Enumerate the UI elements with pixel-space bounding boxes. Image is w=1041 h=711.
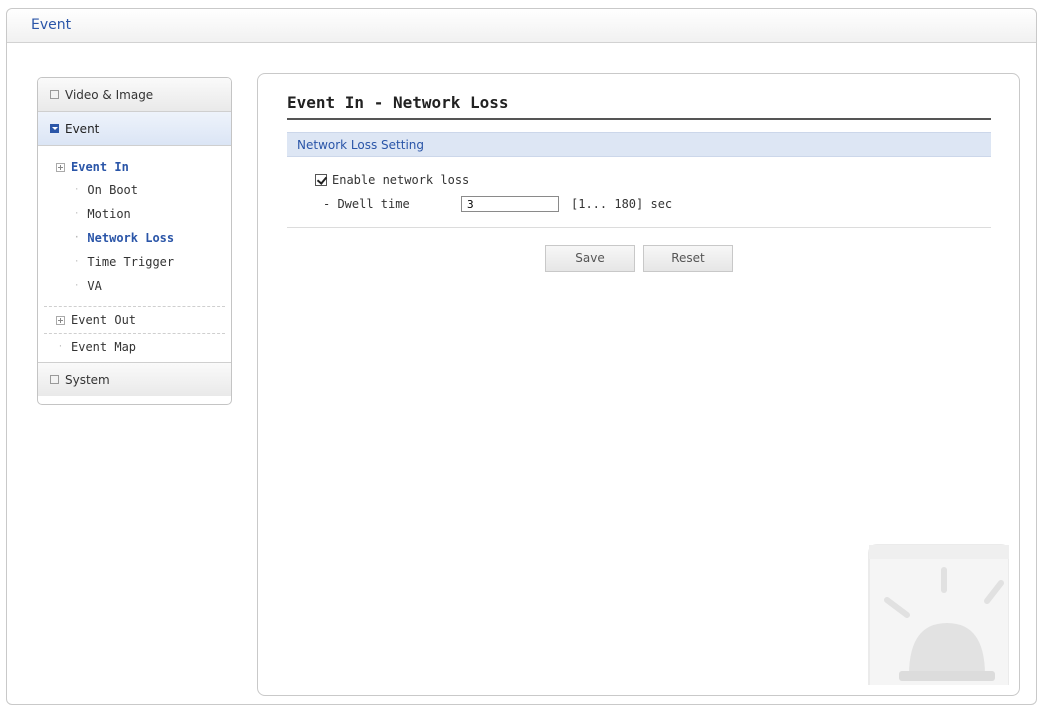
section-header: Network Loss Setting: [287, 132, 991, 157]
enable-network-loss-label: Enable network loss: [332, 173, 470, 187]
enable-network-loss-checkbox[interactable]: [315, 174, 327, 186]
page-title: Event In - Network Loss: [287, 93, 991, 120]
divider: [287, 227, 991, 228]
sidebar-item-label: On Boot: [87, 183, 138, 197]
event-submenu: Event In · On Boot · Motion · Network Lo…: [38, 146, 231, 362]
sidebar-group-label: Event In: [71, 160, 129, 174]
alarm-light-icon: [868, 544, 1009, 685]
sidebar-group-event-in[interactable]: Event In: [38, 156, 231, 178]
dwell-time-row: - Dwell time [1... 180] sec: [323, 196, 672, 212]
sidebar-section-event[interactable]: Event: [38, 112, 231, 146]
sidebar-section-label: System: [65, 373, 110, 387]
dwell-time-input[interactable]: [461, 196, 559, 212]
sidebar-group-event-out[interactable]: Event Out: [38, 307, 231, 333]
sidebar-item-label: Time Trigger: [87, 255, 175, 269]
bullet-icon: ·: [74, 257, 80, 267]
sidebar-section-label: Video & Image: [65, 88, 154, 102]
sidebar-section-label: Event: [65, 122, 100, 136]
sidebar-item-label: Network Loss: [87, 231, 175, 245]
expand-icon: [50, 90, 59, 99]
save-button[interactable]: Save: [545, 245, 635, 272]
collapse-icon: [50, 124, 59, 133]
main-panel: Event In - Network Loss Network Loss Set…: [257, 73, 1020, 696]
plus-icon: [56, 315, 65, 325]
sidebar-item-va[interactable]: · VA: [38, 274, 231, 298]
sidebar-item-label: VA: [87, 279, 102, 293]
bullet-icon: ·: [57, 342, 64, 352]
event-window: Event Video & Image Event Event In · On …: [6, 8, 1037, 705]
sidebar-menu: Video & Image Event Event In · On Boot ·…: [37, 77, 232, 405]
enable-network-loss-row: Enable network loss: [315, 173, 469, 187]
reset-button[interactable]: Reset: [643, 245, 733, 272]
sidebar-item-on-boot[interactable]: · On Boot: [38, 178, 231, 202]
sidebar-section-video-image[interactable]: Video & Image: [38, 78, 231, 112]
bullet-icon: ·: [74, 185, 80, 195]
sidebar-item-label: Event Map: [71, 340, 137, 354]
sidebar-group-label: Event Out: [71, 313, 137, 327]
sidebar-item-motion[interactable]: · Motion: [38, 202, 231, 226]
sidebar-item-event-map[interactable]: · Event Map: [38, 334, 231, 360]
sidebar-item-network-loss[interactable]: · Network Loss: [38, 226, 231, 250]
sidebar-section-system[interactable]: System: [38, 362, 231, 396]
dwell-time-label: - Dwell time: [323, 197, 410, 211]
plus-icon: [56, 162, 65, 172]
bullet-icon: ·: [74, 233, 80, 243]
window-title: Event: [7, 9, 1036, 43]
expand-icon: [50, 375, 59, 384]
bullet-icon: ·: [74, 281, 80, 291]
bullet-icon: ·: [74, 209, 80, 219]
dwell-time-range: [1... 180] sec: [571, 197, 673, 211]
sidebar-item-label: Motion: [87, 207, 131, 221]
sidebar-item-time-trigger[interactable]: · Time Trigger: [38, 250, 231, 274]
